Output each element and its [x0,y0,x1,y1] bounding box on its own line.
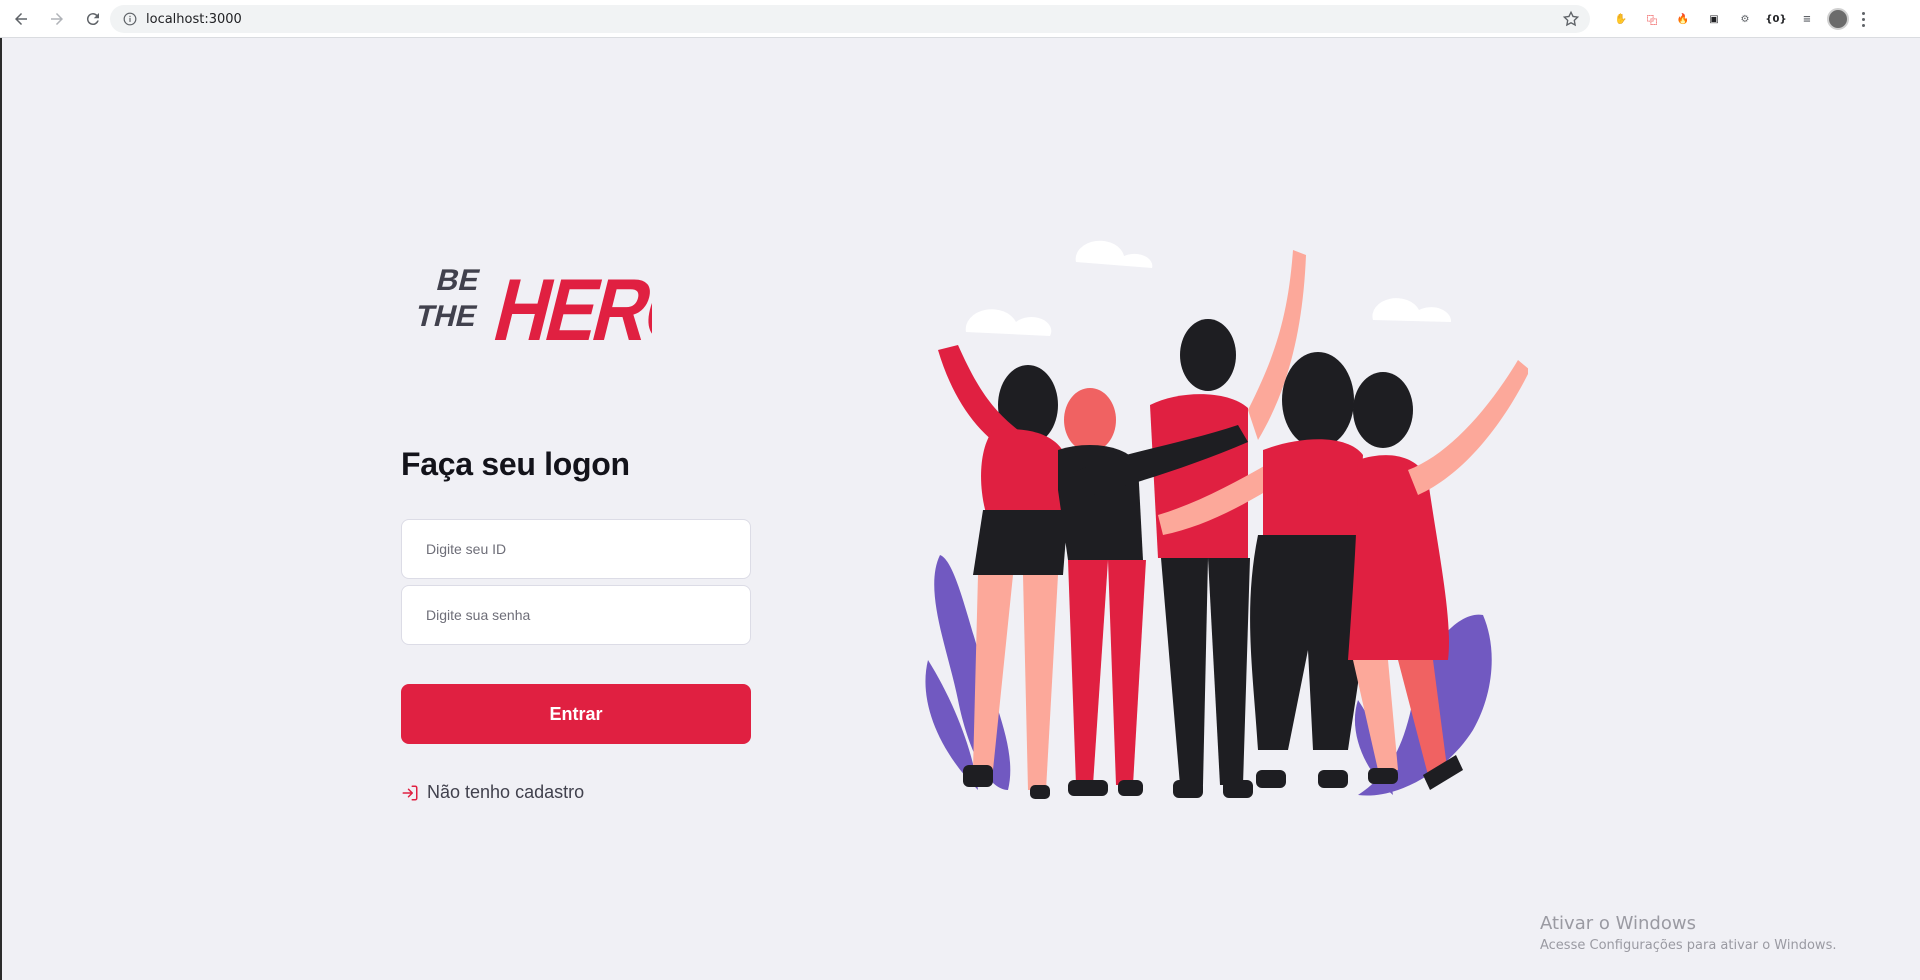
extension-box-icon[interactable]: ▣ [1703,8,1725,30]
register-label: Não tenho cadastro [427,782,585,802]
reading-list-icon[interactable]: ≡ [1796,8,1818,30]
settings-extension-icon[interactable]: ⚙ [1734,8,1756,30]
browser-menu-icon[interactable] [1858,9,1868,29]
register-link[interactable]: Não tenho cadastro [401,782,584,803]
back-button[interactable] [6,4,36,34]
site-info-icon[interactable] [116,12,144,26]
be-the-hero-logo: BE THE HERO [412,260,652,348]
bookmark-star-icon[interactable] [1562,10,1580,28]
enter-button[interactable]: Entrar [401,684,751,744]
extensions-area: ✋ ⿻ 🔥 ▣ ⚙ {0} ≡ [1610,7,1868,31]
logon-title: Faça seu logon [401,446,630,482]
translate-icon[interactable]: ⿻ [1641,8,1663,30]
logo-be-text: BE [433,263,483,296]
arrow-right-icon [51,12,63,25]
reload-icon [86,12,99,25]
windows-activation-watermark: Ativar o Windows Acesse Configurações pa… [1540,913,1836,953]
id-input[interactable] [401,519,751,579]
ublock-icon[interactable]: ✋ [1610,8,1632,30]
password-input[interactable] [401,585,751,645]
fire-extension-icon[interactable]: 🔥 [1672,8,1694,30]
log-in-icon [401,784,419,802]
window-edge [0,38,2,980]
profile-avatar[interactable] [1827,8,1849,30]
json-viewer-icon[interactable]: {0} [1765,8,1787,30]
browser-toolbar: localhost:3000 ✋ ⿻ 🔥 ▣ ⚙ {0} ≡ [0,0,1920,38]
watermark-subtitle: Acesse Configurações para ativar o Windo… [1540,938,1837,953]
watermark-title: Ativar o Windows [1540,913,1696,934]
logo-hero-text: HERO [485,260,652,348]
heroes-illustration [925,240,1528,799]
address-url[interactable]: localhost:3000 [146,12,242,27]
logo-the-text: THE [412,299,480,332]
reload-button[interactable] [78,4,108,34]
address-bar[interactable]: localhost:3000 [110,5,1590,33]
forward-button[interactable] [42,4,72,34]
arrow-left-icon [15,12,27,25]
